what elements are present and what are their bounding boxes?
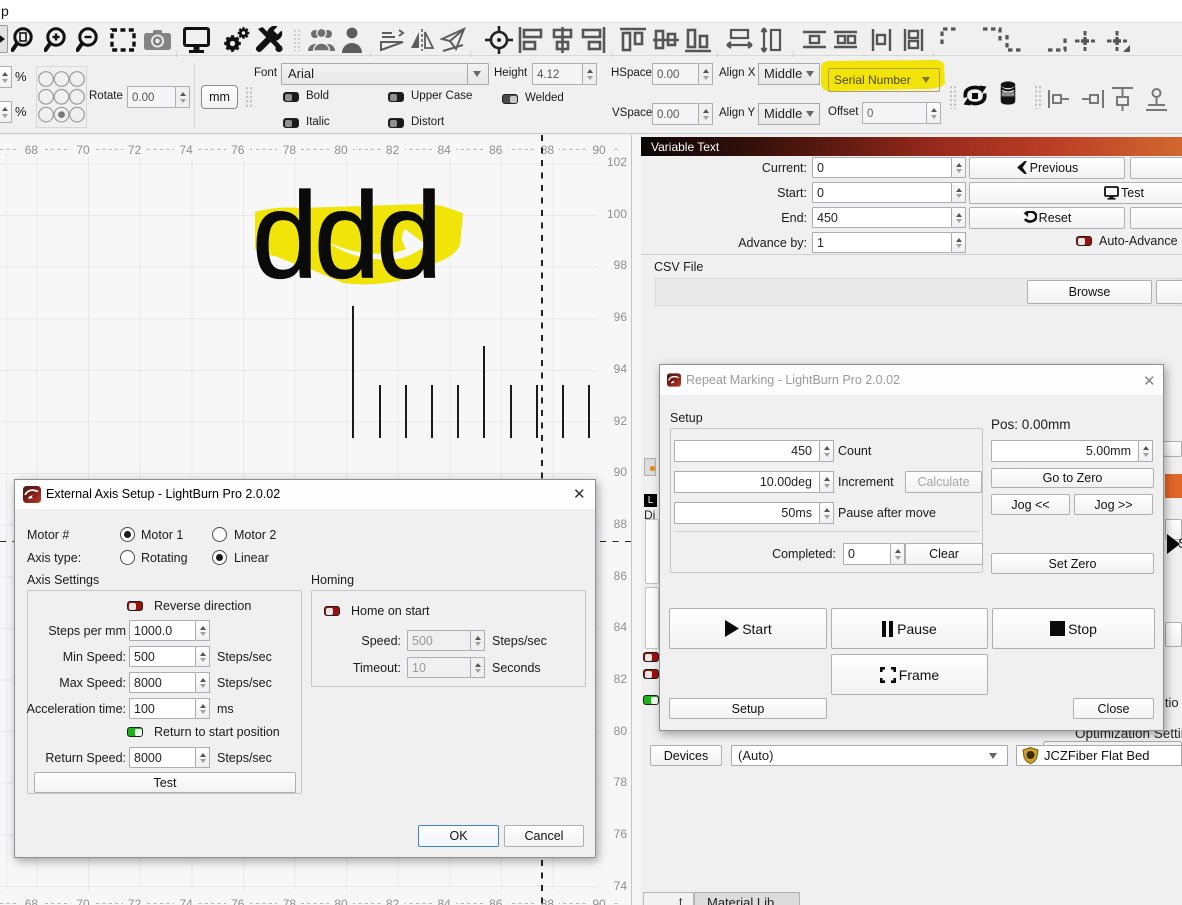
svg-text:ddd: ddd xyxy=(252,183,438,295)
